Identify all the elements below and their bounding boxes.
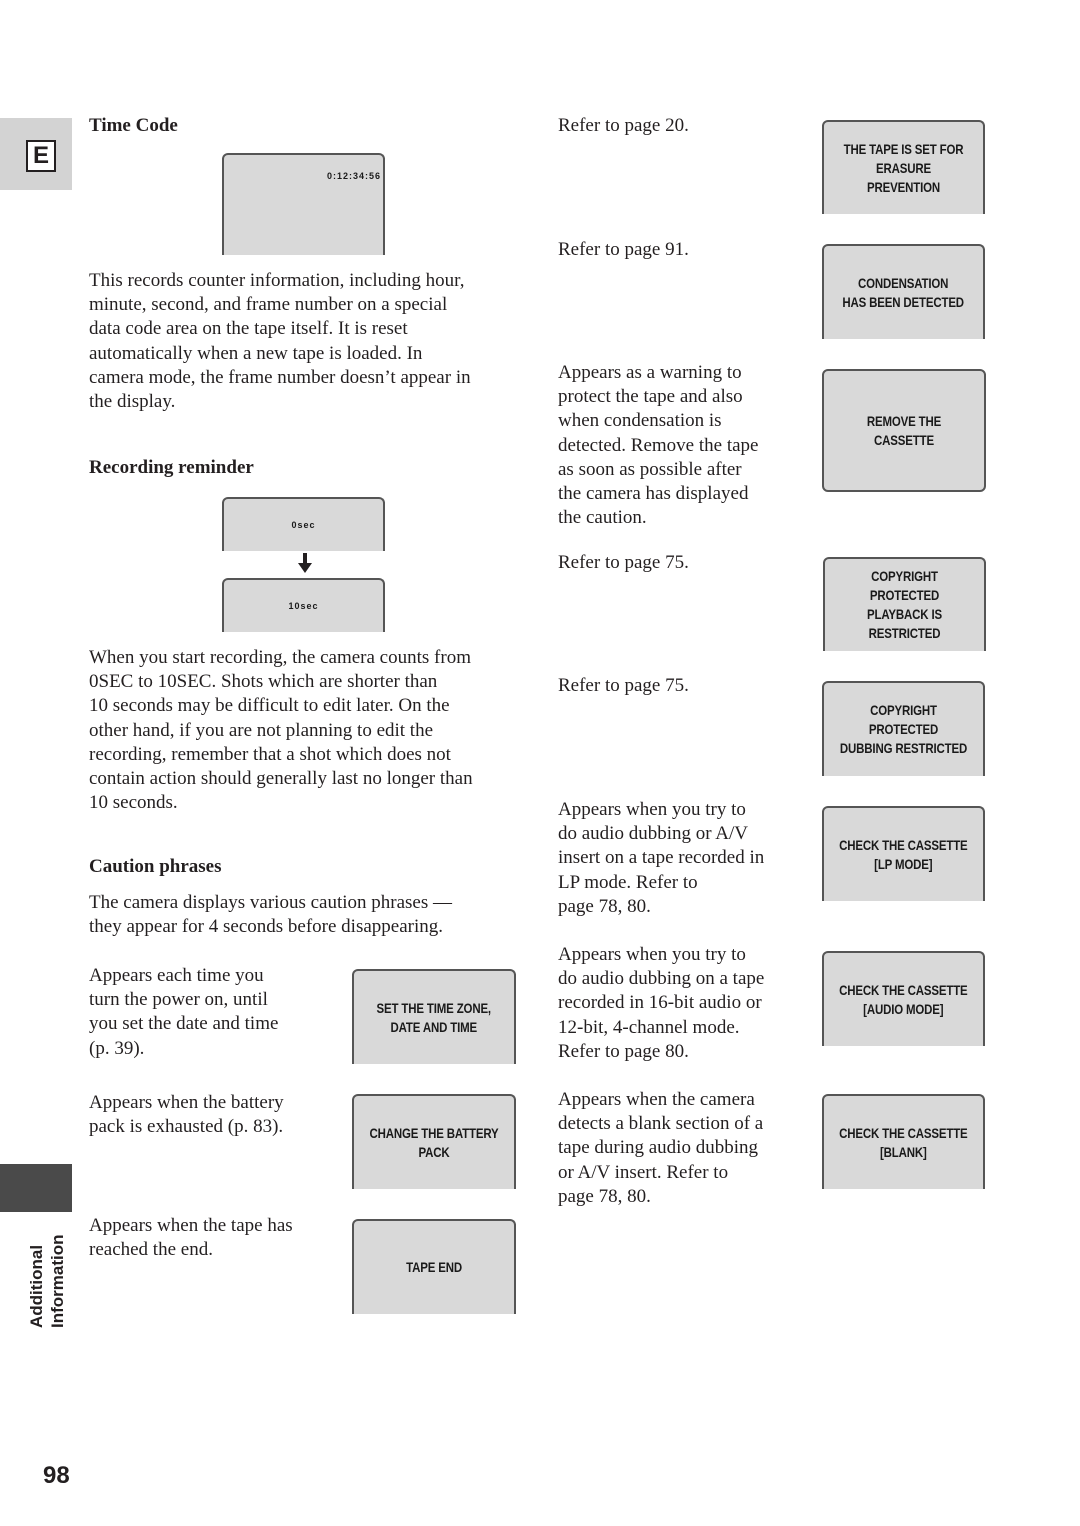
- caution-display: CONDENSATION HAS BEEN DETECTED: [822, 244, 985, 339]
- caution-display: COPYRIGHT PROTECTED PLAYBACK IS RESTRICT…: [823, 557, 986, 651]
- caution-description: Appears each time you turn the power on,…: [89, 965, 279, 1059]
- caution-display: CHANGE THE BATTERY PACK: [352, 1094, 516, 1189]
- reminder-display-end: 10sec: [222, 578, 385, 632]
- caution-display-text: REMOVE THE CASSETTE: [866, 412, 942, 448]
- caution-display: REMOVE THE CASSETTE: [822, 369, 986, 492]
- caution-display: CHECK THE CASSETTE [LP MODE]: [822, 806, 985, 901]
- caution-description: Refer to page 75.: [558, 675, 689, 696]
- caution-description: Appears when the camera detects a blank …: [558, 1089, 764, 1207]
- caution-display: SET THE TIME ZONE, DATE AND TIME: [352, 969, 516, 1064]
- caution-description: Appears as a warning to protect the tape…: [558, 362, 759, 529]
- caution-description: Appears when the tape has reached the en…: [89, 1215, 293, 1261]
- time-code-body: This records counter information, includ…: [89, 270, 471, 413]
- caution-display: COPYRIGHT PROTECTED DUBBING RESTRICTED: [822, 681, 985, 776]
- caution-display: TAPE END: [352, 1219, 516, 1314]
- reminder-start-value: 0sec: [291, 519, 316, 530]
- caution-display: THE TAPE IS SET FOR ERASURE PREVENTION: [822, 120, 985, 214]
- language-tab-label: E: [26, 140, 56, 172]
- caution-display-text: COPYRIGHT PROTECTED PLAYBACK IS RESTRICT…: [867, 568, 942, 641]
- caution-description: Refer to page 20.: [558, 115, 689, 136]
- caution-display-text: COPYRIGHT PROTECTED DUBBING RESTRICTED: [839, 702, 968, 756]
- caution-display-text: CHANGE THE BATTERY PACK: [369, 1124, 499, 1160]
- recording-reminder-heading: Recording reminder: [89, 457, 254, 478]
- arrow-down-icon: [298, 553, 312, 573]
- recording-reminder-body: When you start recording, the camera cou…: [89, 647, 473, 814]
- caution-phrases-intro: The camera displays various caution phra…: [89, 892, 452, 938]
- page-number: 98: [43, 1462, 70, 1489]
- time-code-value: 0:12:34:56: [326, 171, 381, 181]
- caution-display-text: CHECK THE CASSETTE [BLANK]: [839, 1124, 968, 1160]
- caution-display-text: CHECK THE CASSETTE [LP MODE]: [839, 836, 968, 872]
- caution-phrases-heading: Caution phrases: [89, 856, 222, 877]
- caution-display-text: TAPE END: [406, 1259, 462, 1275]
- caution-description: Appears when the battery pack is exhaust…: [89, 1092, 284, 1138]
- caution-description: Refer to page 75.: [558, 552, 689, 573]
- section-label-line2: Information: [48, 1234, 67, 1329]
- caution-display-text: SET THE TIME ZONE, DATE AND TIME: [376, 999, 492, 1035]
- caution-display: CHECK THE CASSETTE [AUDIO MODE]: [822, 951, 985, 1046]
- section-label-line1: Additional: [27, 1244, 46, 1328]
- caution-display: CHECK THE CASSETTE [BLANK]: [822, 1094, 985, 1189]
- caution-description: Appears when you try to do audio dubbing…: [558, 799, 765, 917]
- caution-display-text: CONDENSATION HAS BEEN DETECTED: [842, 274, 965, 310]
- caution-display-text: THE TAPE IS SET FOR ERASURE PREVENTION: [843, 140, 964, 195]
- caution-description: Appears when you try to do audio dubbing…: [558, 944, 765, 1062]
- time-code-heading: Time Code: [89, 115, 178, 136]
- caution-description: Refer to page 91.: [558, 239, 689, 260]
- section-tab: [0, 1164, 72, 1212]
- caution-display-text: CHECK THE CASSETTE [AUDIO MODE]: [839, 981, 968, 1017]
- time-code-display: 0:12:34:56: [222, 153, 385, 255]
- reminder-display-start: 0sec: [222, 497, 385, 551]
- section-label: Additional Information: [24, 1222, 74, 1332]
- reminder-end-value: 10sec: [288, 600, 319, 611]
